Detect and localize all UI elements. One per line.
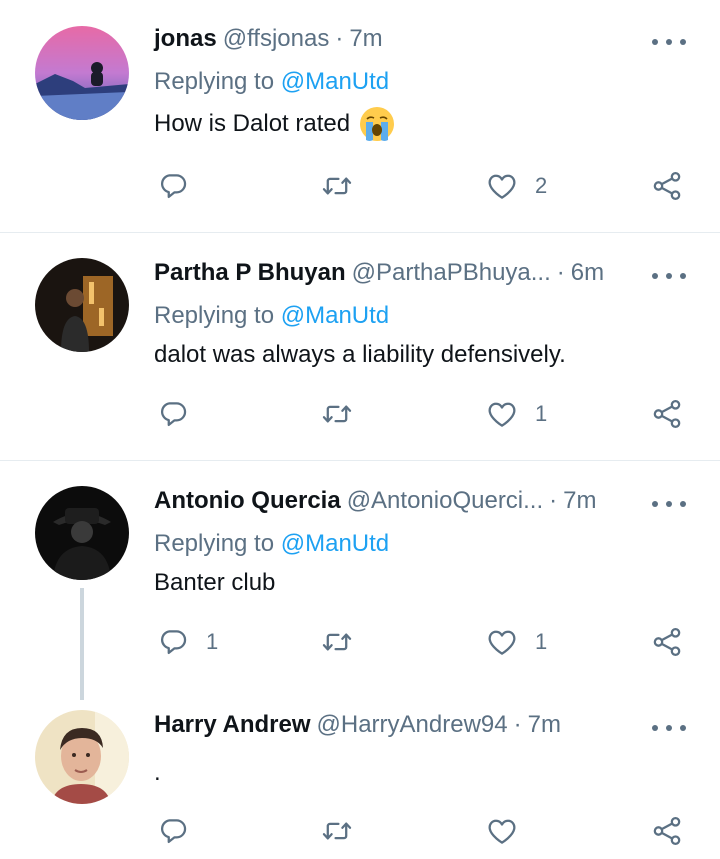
retweet-button[interactable] — [320, 394, 370, 434]
share-icon — [650, 397, 684, 431]
tweet[interactable]: Antonio Quercia @AntonioQuerci... · 7m R… — [0, 484, 720, 684]
tweet-header: jonas @ffsjonas · 7m — [154, 22, 383, 56]
reply-button[interactable] — [156, 811, 206, 851]
tweet-actions: 1 1 — [0, 622, 720, 662]
tweet-text: . — [154, 756, 161, 790]
replying-to-line: Replying to @ManUtd — [154, 68, 389, 96]
like-count: 2 — [535, 173, 548, 198]
separator-dot: · — [335, 25, 344, 52]
tweet-header: Partha P Bhuyan @ParthaPBhuya... · 6m — [154, 256, 604, 290]
mention-link[interactable]: @ManUtd — [281, 302, 389, 329]
divider — [0, 460, 720, 461]
tweet-header: Harry Andrew @HarryAndrew94 · 7m — [154, 708, 561, 742]
tweet-text-content: dalot was always a liability defensively… — [154, 341, 566, 368]
tweet-text: Banter club — [154, 566, 275, 600]
mention-link[interactable]: @ManUtd — [281, 530, 389, 557]
tweet[interactable]: Harry Andrew @HarryAndrew94 · 7m . — [0, 708, 720, 859]
share-button[interactable] — [650, 622, 684, 662]
reply-button[interactable] — [156, 166, 206, 206]
heart-icon — [485, 814, 519, 848]
more-dots-icon[interactable] — [652, 266, 686, 286]
like-count: 1 — [535, 401, 548, 426]
timestamp[interactable]: 7m — [563, 487, 596, 515]
separator-dot: · — [556, 259, 565, 286]
replying-to-label: Replying to — [154, 302, 281, 329]
avatar[interactable] — [35, 258, 129, 352]
reply-bubble-icon — [156, 169, 190, 203]
reply-button[interactable] — [156, 394, 206, 434]
loudly-crying-face-icon — [358, 105, 396, 143]
tweet-text-content: Banter club — [154, 569, 276, 596]
heart-icon — [485, 397, 519, 431]
timestamp[interactable]: 7m — [349, 25, 382, 53]
retweet-icon — [320, 397, 354, 431]
divider — [0, 232, 720, 233]
replying-to-label: Replying to — [154, 68, 281, 95]
share-button[interactable] — [650, 394, 684, 434]
replying-to-line: Replying to @ManUtd — [154, 302, 389, 330]
avatar[interactable] — [35, 26, 129, 120]
tweet-actions: 1 — [0, 394, 720, 434]
reply-button[interactable]: 1 — [156, 622, 218, 662]
display-name[interactable]: Harry Andrew — [154, 711, 311, 739]
share-icon — [650, 169, 684, 203]
avatar[interactable] — [35, 710, 129, 804]
share-button[interactable] — [650, 811, 684, 851]
tweet-text-content: . — [154, 759, 161, 786]
separator-dot: · — [549, 487, 558, 514]
timestamp[interactable]: 6m — [571, 259, 604, 287]
like-button[interactable]: 2 — [485, 166, 547, 206]
retweet-button[interactable] — [320, 622, 370, 662]
more-dots-icon[interactable] — [652, 494, 686, 514]
username-handle[interactable]: @HarryAndrew94 — [317, 711, 508, 739]
tweet-actions — [0, 811, 720, 851]
heart-icon — [485, 625, 519, 659]
username-handle[interactable]: @AntonioQuerci... — [347, 487, 543, 515]
avatar[interactable] — [35, 486, 129, 580]
reply-bubble-icon — [156, 397, 190, 431]
heart-icon — [485, 169, 519, 203]
like-button[interactable]: 1 — [485, 622, 547, 662]
reply-bubble-icon — [156, 625, 190, 659]
like-button[interactable] — [485, 811, 535, 851]
display-name[interactable]: Antonio Quercia — [154, 487, 341, 515]
username-handle[interactable]: @ParthaPBhuya... — [352, 259, 551, 287]
replying-to-label: Replying to — [154, 530, 281, 557]
tweet-text: dalot was always a liability defensively… — [154, 338, 566, 372]
timestamp[interactable]: 7m — [528, 711, 561, 739]
share-icon — [650, 814, 684, 848]
tweet[interactable]: Partha P Bhuyan @ParthaPBhuya... · 6m Re… — [0, 256, 720, 461]
display-name[interactable]: jonas — [154, 25, 217, 53]
tweet-text-content: How is Dalot rated — [154, 110, 351, 137]
separator-dot: · — [513, 711, 522, 738]
share-button[interactable] — [650, 166, 684, 206]
more-dots-icon[interactable] — [652, 718, 686, 738]
reply-bubble-icon — [156, 814, 190, 848]
replying-to-line: Replying to @ManUtd — [154, 530, 389, 558]
retweet-icon — [320, 814, 354, 848]
more-dots-icon[interactable] — [652, 32, 686, 52]
mention-link[interactable]: @ManUtd — [281, 68, 389, 95]
retweet-button[interactable] — [320, 166, 370, 206]
retweet-button[interactable] — [320, 811, 370, 851]
tweet-text: How is Dalot rated — [154, 104, 396, 144]
share-icon — [650, 625, 684, 659]
retweet-icon — [320, 625, 354, 659]
username-handle[interactable]: @ffsjonas — [223, 25, 330, 53]
display-name[interactable]: Partha P Bhuyan — [154, 259, 346, 287]
like-button[interactable]: 1 — [485, 394, 547, 434]
tweet-actions: 2 — [0, 166, 720, 206]
retweet-icon — [320, 169, 354, 203]
tweet-header: Antonio Quercia @AntonioQuerci... · 7m — [154, 484, 596, 518]
tweet[interactable]: jonas @ffsjonas · 7m Replying to @ManUtd… — [0, 22, 720, 232]
reply-count: 1 — [206, 629, 219, 654]
like-count: 1 — [535, 629, 548, 654]
